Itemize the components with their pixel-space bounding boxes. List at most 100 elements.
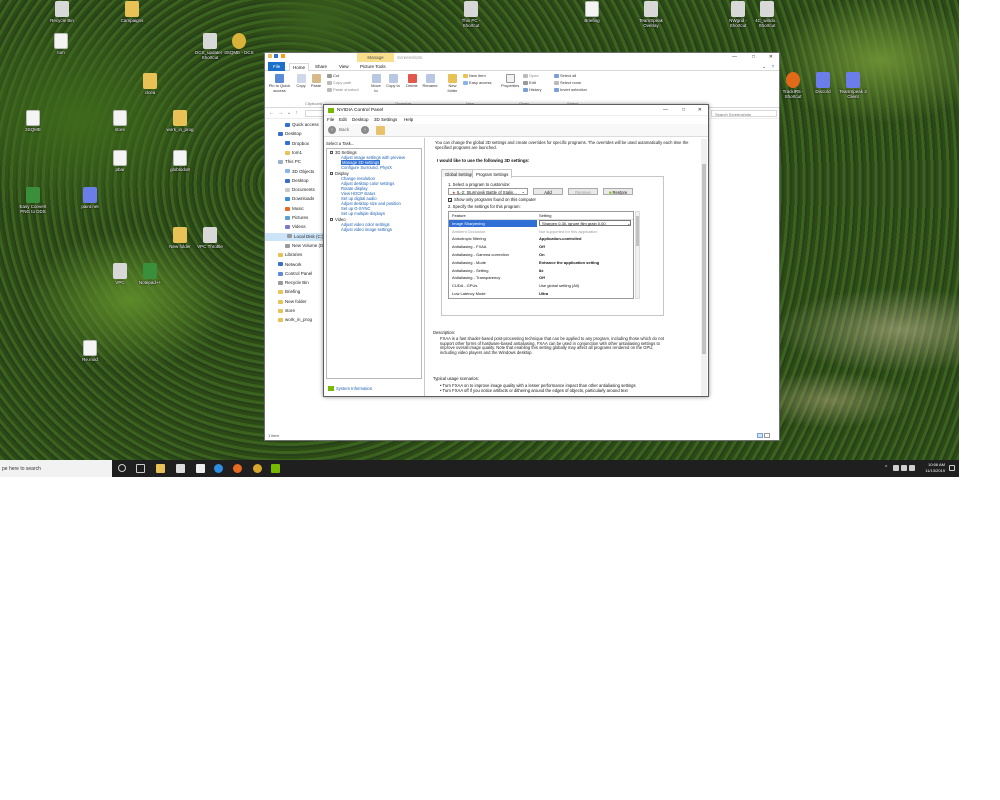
grid-row[interactable]: Low Latency Mode Ultra bbox=[449, 290, 633, 298]
desktop-icon[interactable]: store bbox=[103, 110, 137, 132]
grid-row[interactable]: Antialiasing - Transparency Off bbox=[449, 274, 633, 282]
file-explorer-taskbar-icon[interactable] bbox=[156, 464, 165, 473]
pin-quick-access-button[interactable]: Pin to Quick access bbox=[267, 74, 292, 93]
easy-access-button[interactable]: Easy access bbox=[463, 80, 491, 85]
history-button[interactable]: History bbox=[523, 87, 541, 92]
nav-item[interactable]: Downloads bbox=[285, 195, 314, 203]
up-arrow-icon[interactable]: ↑ bbox=[295, 110, 298, 116]
nvcp-back-button[interactable]: ‹ bbox=[328, 126, 336, 134]
grid-row[interactable]: Antialiasing - Gamma correction On bbox=[449, 251, 633, 259]
copy-path-button[interactable]: Copy path bbox=[327, 80, 351, 85]
desktop-icon[interactable]: tom bbox=[44, 33, 78, 55]
desktop-icon[interactable]: 3SQME - DCS bbox=[222, 33, 256, 55]
remove-button[interactable]: Remove bbox=[568, 188, 598, 195]
copy-to-button[interactable]: Copy to bbox=[386, 74, 400, 89]
desktop-icon[interactable]: VPC Throttle bbox=[193, 227, 227, 249]
grid-setting-select[interactable]: Sharpen 0.30, ignore film grain 0.00 bbox=[539, 220, 631, 227]
search-input[interactable]: Search Screenshots bbox=[711, 110, 777, 117]
grid-row[interactable]: Ambient Occlusion Not supported for this … bbox=[449, 228, 633, 236]
nav-item[interactable]: 3D Objects bbox=[285, 168, 314, 176]
nvcp-maximize-button[interactable]: □ bbox=[682, 107, 685, 113]
nav-item[interactable]: Pictures bbox=[285, 214, 308, 222]
tab-program-settings[interactable]: Program Settings bbox=[472, 169, 513, 178]
move-to-button[interactable]: Move to bbox=[369, 74, 383, 93]
tray-volume-icon[interactable] bbox=[901, 465, 907, 471]
desktop-icon[interactable]: Recycle Bin bbox=[45, 1, 79, 23]
quick-access-toolbar[interactable] bbox=[268, 54, 298, 60]
desktop-icon[interactable]: VPC bbox=[103, 263, 137, 285]
select-all-button[interactable]: Select all bbox=[554, 73, 576, 78]
grid-scrollbar[interactable] bbox=[635, 211, 640, 299]
nav-item[interactable]: Documents bbox=[285, 186, 315, 194]
nvcp-home-icon[interactable] bbox=[376, 126, 385, 135]
tab-picture-tools[interactable]: Picture Tools bbox=[357, 63, 389, 70]
task-view-icon[interactable] bbox=[118, 464, 126, 472]
desktop-icon[interactable]: TeamSpeak 3 Client bbox=[836, 72, 870, 99]
nav-item[interactable]: Control Panel bbox=[278, 270, 312, 278]
large-icons-view-icon[interactable] bbox=[764, 433, 770, 438]
menu-desktop[interactable]: Desktop bbox=[352, 117, 369, 122]
nvcp-content-scrollbar[interactable] bbox=[701, 139, 707, 396]
grid-row[interactable]: Antialiasing - FXAA Off bbox=[449, 243, 633, 251]
desktop-icon[interactable]: 4C_windo... Shortcut bbox=[750, 1, 784, 28]
system-information-link[interactable]: System Information bbox=[328, 386, 372, 391]
tab-home[interactable]: Home bbox=[289, 63, 310, 71]
open-button[interactable]: Open bbox=[523, 73, 539, 78]
desktop-icon[interactable]: pbar bbox=[103, 150, 137, 172]
new-folder-button[interactable]: New folder bbox=[445, 74, 460, 93]
desktop-icon[interactable]: Campaigns bbox=[115, 1, 149, 23]
nav-item[interactable]: Music bbox=[285, 205, 304, 213]
nav-item[interactable]: Recycle Bin bbox=[278, 279, 309, 287]
invert-selection-button[interactable]: Invert selection bbox=[554, 87, 587, 92]
tab-file[interactable]: File bbox=[268, 62, 286, 71]
help-icon[interactable]: ? bbox=[768, 63, 777, 70]
tray-network-icon[interactable] bbox=[893, 465, 899, 471]
nav-item[interactable]: store bbox=[278, 307, 295, 315]
desktop-icon[interactable]: paint.net bbox=[73, 187, 107, 209]
desktop-icon[interactable]: clcea bbox=[133, 73, 167, 95]
nvcp-minimize-button[interactable]: — bbox=[663, 107, 668, 113]
restore-button[interactable]: ■ Restore bbox=[603, 188, 633, 195]
desktop-icon[interactable]: Notepad++ bbox=[133, 263, 167, 285]
mail-taskbar-icon[interactable] bbox=[196, 464, 205, 473]
nav-item[interactable]: New Volume (D:) bbox=[285, 242, 326, 250]
edge-taskbar-icon[interactable] bbox=[214, 464, 223, 473]
action-center-icon[interactable] bbox=[949, 465, 955, 471]
paste-shortcut-button[interactable]: Paste shortcut bbox=[327, 87, 359, 92]
grid-scrollbar-thumb[interactable] bbox=[636, 216, 639, 246]
properties-button[interactable]: Properties bbox=[501, 74, 519, 89]
minimize-button[interactable]: — bbox=[732, 54, 737, 60]
nav-item[interactable]: Briefing bbox=[278, 288, 300, 296]
forward-arrow-icon[interactable]: → bbox=[278, 110, 283, 116]
desktop-icon[interactable]: globtodo8 bbox=[163, 150, 197, 172]
program-select[interactable]: ★ IL-2: Sturmovik Battle of Stalin... ⌄ bbox=[448, 188, 528, 195]
close-button[interactable]: ✕ bbox=[769, 54, 773, 60]
view-mode-buttons[interactable] bbox=[757, 433, 771, 438]
store-taskbar-icon[interactable] bbox=[176, 464, 185, 473]
paste-button[interactable]: Paste bbox=[310, 74, 322, 89]
edit-button[interactable]: Edit bbox=[523, 80, 536, 85]
desktop-icon[interactable]: Re.mod bbox=[73, 340, 107, 362]
new-item-button[interactable]: New item bbox=[463, 73, 486, 78]
taskbar-clock[interactable]: 10:06 AM 11/13/2019 bbox=[925, 462, 945, 474]
tab-share[interactable]: Share bbox=[312, 63, 330, 70]
menu-file[interactable]: File bbox=[327, 117, 334, 122]
grid-row[interactable]: Antialiasing - Mode Enhance the applicati… bbox=[449, 259, 633, 267]
taskbar-search-box[interactable]: pe here to search bbox=[0, 460, 112, 477]
details-view-icon[interactable] bbox=[757, 433, 763, 438]
nvcp-close-button[interactable]: ✕ bbox=[698, 107, 702, 113]
nav-item[interactable]: Network bbox=[278, 261, 302, 269]
scrollbar-thumb[interactable] bbox=[702, 164, 706, 354]
nav-item[interactable]: Videos bbox=[285, 223, 306, 231]
manage-context-tab[interactable]: Manage bbox=[357, 53, 394, 62]
nav-item[interactable]: Desktop bbox=[278, 130, 302, 138]
tray-chevron-icon[interactable]: ^ bbox=[885, 465, 891, 471]
delete-button[interactable]: Delete bbox=[405, 74, 419, 89]
grid-row[interactable]: CUDA - GPUs Use global setting (All) bbox=[449, 282, 633, 290]
tree-item-video-image[interactable]: Adjust video image settings bbox=[341, 227, 392, 232]
menu-3d-settings[interactable]: 3D Settings bbox=[374, 117, 397, 122]
maximize-button[interactable]: □ bbox=[752, 54, 755, 60]
firefox-taskbar-icon[interactable] bbox=[233, 464, 242, 473]
tree-item-multiple-displays[interactable]: Set up multiple displays bbox=[341, 211, 385, 216]
desktop-icon[interactable]: Briefing bbox=[575, 1, 609, 23]
